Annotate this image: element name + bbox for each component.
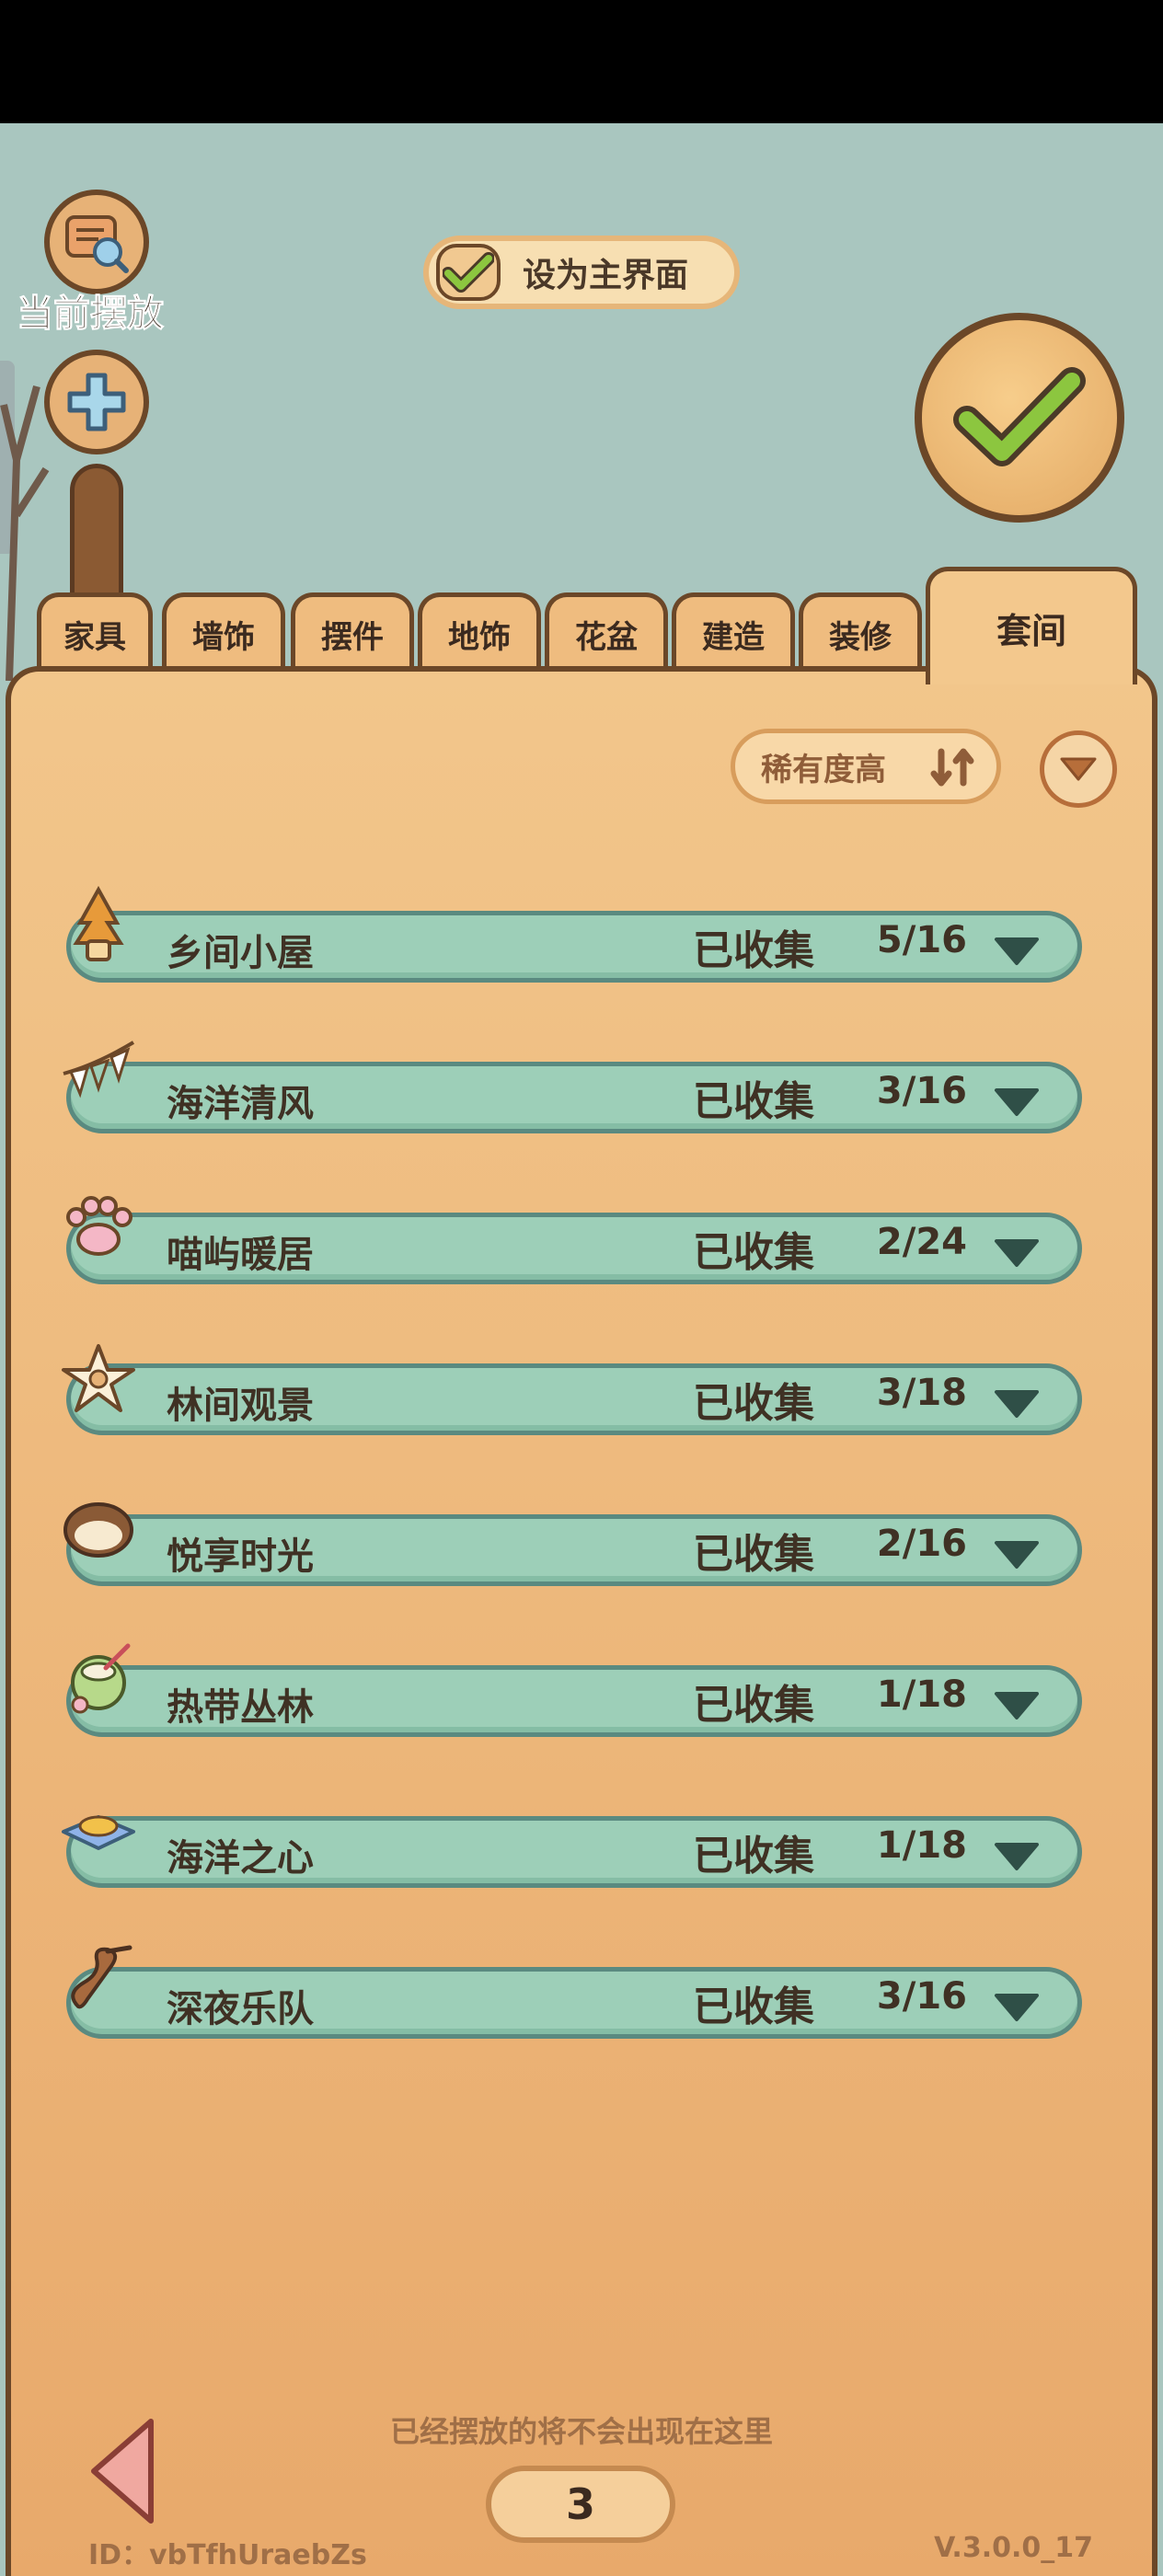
sort-icon bbox=[930, 748, 974, 787]
check-icon bbox=[443, 252, 494, 293]
bunting-icon bbox=[63, 1041, 135, 1098]
expand-arrow-icon bbox=[995, 937, 1039, 965]
check-icon bbox=[953, 367, 1086, 466]
expand-arrow-icon bbox=[995, 1843, 1039, 1870]
set-name: 悦享时光 bbox=[167, 1535, 314, 1578]
tab-label: 地饰 bbox=[448, 619, 511, 656]
set-row-ocean-breeze[interactable]: 海洋清风 已收集 3/16 bbox=[63, 1041, 1082, 1133]
tab-suites[interactable]: 套间 bbox=[926, 567, 1137, 684]
tab-floor-decor[interactable]: 地饰 bbox=[418, 592, 541, 672]
collected-label: 已收集 bbox=[693, 1984, 814, 2030]
expand-arrow-icon bbox=[995, 1390, 1039, 1418]
tab-label: 摆件 bbox=[321, 619, 384, 656]
collected-label: 已收集 bbox=[693, 927, 814, 974]
set-name: 喵屿暖居 bbox=[167, 1234, 314, 1276]
music-icon bbox=[71, 1945, 132, 2009]
tab-label: 花盆 bbox=[575, 619, 638, 656]
current-placement-label: 当前摆放 bbox=[17, 293, 165, 336]
user-id: ID：vbTfhUraebZs bbox=[88, 2539, 367, 2571]
set-row-country-cottage[interactable]: 乡间小屋 已收集 5/16 bbox=[66, 886, 1082, 983]
version-label: V.3.0.0_17 bbox=[934, 2532, 1093, 2564]
flower-icon bbox=[62, 1344, 135, 1412]
set-row-joyful-time[interactable]: 悦享时光 已收集 2/16 bbox=[63, 1502, 1082, 1586]
current-placement-button[interactable] bbox=[44, 190, 149, 294]
checkbox[interactable] bbox=[436, 244, 501, 301]
tab-build[interactable]: 建造 bbox=[672, 592, 795, 672]
tab-renovation[interactable]: 装修 bbox=[799, 592, 922, 672]
set-name: 热带丛林 bbox=[167, 1686, 314, 1729]
tab-wall-decor[interactable]: 墙饰 bbox=[162, 592, 285, 672]
coconut-icon bbox=[71, 1643, 131, 1714]
bread-icon bbox=[63, 1502, 133, 1558]
collected-count: 3/16 bbox=[876, 1070, 967, 1112]
sort-dropdown-button[interactable] bbox=[1040, 730, 1117, 808]
expand-arrow-icon bbox=[995, 1541, 1039, 1569]
placement-notice: 已经摆放的将不会出现在这里 bbox=[389, 2414, 773, 2449]
collected-count: 1/18 bbox=[876, 1673, 967, 1716]
collected-label: 已收集 bbox=[693, 1531, 814, 1578]
sort-rarity-button[interactable]: 稀有度高 bbox=[731, 729, 1001, 804]
set-name: 林间观景 bbox=[167, 1385, 314, 1427]
add-button[interactable] bbox=[44, 350, 149, 454]
sort-label: 稀有度高 bbox=[761, 751, 886, 788]
page-indicator: 3 bbox=[486, 2466, 675, 2543]
set-row-forest-view[interactable]: 林间观景 已收集 3/18 bbox=[62, 1344, 1082, 1435]
collected-count: 3/16 bbox=[876, 1975, 967, 2018]
set-name: 深夜乐队 bbox=[167, 1988, 314, 2030]
expand-arrow-icon bbox=[995, 1994, 1039, 2021]
confirm-button[interactable] bbox=[915, 313, 1124, 523]
page-number: 3 bbox=[565, 2479, 595, 2529]
plus-icon bbox=[67, 373, 126, 431]
chevron-down-icon bbox=[1060, 757, 1097, 781]
set-main-screen-label: 设为主界面 bbox=[523, 257, 689, 294]
collected-label: 已收集 bbox=[693, 1682, 814, 1729]
collected-count: 1/18 bbox=[876, 1824, 967, 1867]
expand-arrow-icon bbox=[995, 1692, 1039, 1719]
set-main-screen-toggle[interactable]: 设为主界面 bbox=[423, 236, 740, 309]
tab-label: 家具 bbox=[63, 619, 126, 656]
set-row-meow-isle[interactable]: 喵屿暖居 已收集 2/24 bbox=[66, 1196, 1082, 1284]
collected-label: 已收集 bbox=[693, 1833, 814, 1880]
tab-furniture[interactable]: 家具 bbox=[37, 592, 153, 672]
set-row-ocean-heart[interactable]: 海洋之心 已收集 1/18 bbox=[62, 1815, 1082, 1888]
collected-label: 已收集 bbox=[693, 1078, 814, 1125]
collected-count: 5/16 bbox=[876, 919, 967, 961]
set-name: 海洋清风 bbox=[167, 1083, 314, 1125]
tab-label: 墙饰 bbox=[192, 619, 255, 656]
back-arrow-button[interactable] bbox=[86, 2416, 160, 2526]
tab-label: 装修 bbox=[829, 619, 892, 656]
expand-arrow-icon bbox=[995, 1239, 1039, 1267]
map-search-icon bbox=[65, 215, 129, 273]
paw-icon bbox=[66, 1196, 132, 1256]
collected-count: 2/16 bbox=[876, 1523, 967, 1565]
set-name: 海洋之心 bbox=[167, 1837, 314, 1880]
set-row-tropical-jungle[interactable]: 热带丛林 已收集 1/18 bbox=[66, 1643, 1082, 1737]
status-bar bbox=[0, 0, 1163, 123]
dish-icon bbox=[62, 1815, 135, 1850]
collected-label: 已收集 bbox=[693, 1229, 814, 1276]
set-name: 乡间小屋 bbox=[167, 932, 314, 974]
set-row-midnight-band[interactable]: 深夜乐队 已收集 3/16 bbox=[66, 1945, 1082, 2039]
tab-ornaments[interactable]: 摆件 bbox=[291, 592, 414, 672]
collected-count: 3/18 bbox=[876, 1372, 967, 1414]
tree-icon bbox=[73, 886, 124, 961]
expand-arrow-icon bbox=[995, 1088, 1039, 1116]
collected-count: 2/24 bbox=[876, 1221, 967, 1263]
tab-flowerpots[interactable]: 花盆 bbox=[545, 592, 668, 672]
tab-label: 套间 bbox=[996, 611, 1066, 651]
collected-label: 已收集 bbox=[693, 1380, 814, 1427]
tab-label: 建造 bbox=[702, 619, 765, 656]
